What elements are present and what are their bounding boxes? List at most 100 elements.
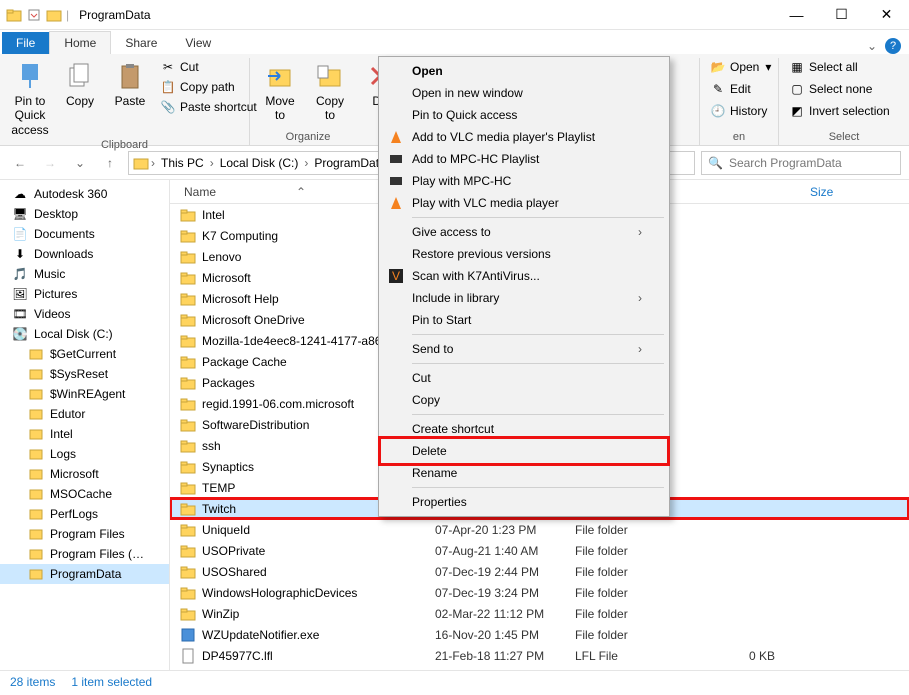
chevron-right-icon[interactable]: › — [210, 156, 214, 170]
titlebar: | ProgramData — ☐ ✕ — [0, 0, 909, 30]
ctx-pin-quick-access[interactable]: Pin to Quick access — [382, 104, 666, 126]
file-row[interactable]: DP45977C.lfl21-Feb-18 11:27 PMLFL File0 … — [170, 645, 909, 666]
nav-logs[interactable]: Logs — [0, 444, 169, 464]
navigation-pane[interactable]: ☁Autodesk 360 🖥Desktop 📄Documents ⬇Downl… — [0, 180, 170, 670]
search-input[interactable]: 🔍 Search ProgramData — [701, 151, 901, 175]
nav-intel[interactable]: Intel — [0, 424, 169, 444]
ctx-create-shortcut[interactable]: Create shortcut — [382, 418, 666, 440]
mpc-icon — [388, 151, 404, 167]
crumb-local-disk[interactable]: Local Disk (C:) — [216, 156, 303, 170]
home-tab[interactable]: Home — [49, 31, 111, 54]
folder-icon — [180, 459, 196, 475]
crumb-this-pc[interactable]: This PC — [157, 156, 208, 170]
maximize-button[interactable]: ☐ — [819, 0, 864, 30]
nav-desktop[interactable]: 🖥Desktop — [0, 204, 169, 224]
nav-downloads[interactable]: ⬇Downloads — [0, 244, 169, 264]
ctx-play-vlc[interactable]: Play with VLC media player — [382, 192, 666, 214]
nav-microsoft[interactable]: Microsoft — [0, 464, 169, 484]
qa-down-icon[interactable] — [26, 7, 42, 23]
invert-selection-button[interactable]: ◩Invert selection — [787, 102, 892, 120]
ctx-include-library[interactable]: Include in library› — [382, 287, 666, 309]
ctx-restore-versions[interactable]: Restore previous versions — [382, 243, 666, 265]
paste-shortcut-button[interactable]: 📎Paste shortcut — [158, 98, 259, 116]
cut-button[interactable]: ✂Cut — [158, 58, 259, 76]
pin-quick-access-button[interactable]: Pin to Quick access — [8, 58, 52, 139]
select-all-button[interactable]: ▦Select all — [787, 58, 892, 76]
up-button[interactable]: ↑ — [98, 151, 122, 175]
nav-sysreset[interactable]: $SysReset — [0, 364, 169, 384]
select-none-button[interactable]: ▢Select none — [787, 80, 892, 98]
file-name: DP45977C.lfl — [202, 649, 273, 663]
ctx-copy[interactable]: Copy — [382, 389, 666, 411]
edit-icon: ✎ — [710, 81, 726, 97]
folder-icon — [180, 543, 196, 559]
file-name: Packages — [202, 376, 255, 390]
file-tab[interactable]: File — [2, 32, 49, 54]
nav-autodesk[interactable]: ☁Autodesk 360 — [0, 184, 169, 204]
folder-icon — [180, 396, 196, 412]
help-icon[interactable]: ? — [885, 38, 901, 54]
ctx-pin-start[interactable]: Pin to Start — [382, 309, 666, 331]
nav-programdata[interactable]: ProgramData — [0, 564, 169, 584]
nav-programfilesx[interactable]: Program Files (… — [0, 544, 169, 564]
ctx-open-new-window[interactable]: Open in new window — [382, 82, 666, 104]
ctx-rename[interactable]: Rename — [382, 462, 666, 484]
share-tab[interactable]: Share — [111, 32, 171, 54]
back-button[interactable]: ← — [8, 151, 32, 175]
nav-edutor[interactable]: Edutor — [0, 404, 169, 424]
copy-to-button[interactable]: Copy to — [308, 58, 352, 125]
file-row[interactable]: WinZip02-Mar-22 11:12 PMFile folder — [170, 603, 909, 624]
paste-button[interactable]: Paste — [108, 58, 152, 110]
move-to-button[interactable]: Move to — [258, 58, 302, 125]
edit-button[interactable]: ✎Edit — [708, 80, 773, 98]
view-tab[interactable]: View — [171, 32, 225, 54]
ctx-send-to[interactable]: Send to› — [382, 338, 666, 360]
forward-button[interactable]: → — [38, 151, 62, 175]
ctx-delete[interactable]: Delete — [382, 440, 666, 462]
nav-msocache[interactable]: MSOCache — [0, 484, 169, 504]
folder-icon — [6, 7, 22, 23]
close-button[interactable]: ✕ — [864, 0, 909, 30]
file-name: Synaptics — [202, 460, 254, 474]
col-size[interactable]: Size — [690, 185, 909, 199]
open-dropdown-button[interactable]: 📂Open▾ — [708, 58, 773, 76]
folder-icon — [180, 228, 196, 244]
chevron-right-icon[interactable]: › — [304, 156, 308, 170]
recent-dropdown[interactable]: ⌄ — [68, 151, 92, 175]
copy-path-button[interactable]: 📋Copy path — [158, 78, 259, 96]
minimize-button[interactable]: — — [774, 0, 819, 30]
ribbon-chevron-icon[interactable]: ⌄ — [867, 39, 877, 53]
folder-icon — [28, 546, 44, 562]
nav-perflogs[interactable]: PerfLogs — [0, 504, 169, 524]
ctx-separator — [412, 363, 664, 364]
chevron-right-icon[interactable]: › — [151, 156, 155, 170]
nav-pictures[interactable]: 🖼Pictures — [0, 284, 169, 304]
vlc-icon — [388, 129, 404, 145]
file-date: 16-Nov-20 1:45 PM — [435, 628, 575, 642]
ctx-separator — [412, 414, 664, 415]
nav-videos[interactable]: 🎞Videos — [0, 304, 169, 324]
file-row[interactable]: WindowsHolographicDevices07-Dec-19 3:24 … — [170, 582, 909, 603]
file-row[interactable]: USOShared07-Dec-19 2:44 PMFile folder — [170, 561, 909, 582]
history-button[interactable]: 🕘History — [708, 102, 773, 120]
file-row[interactable]: WZUpdateNotifier.exe16-Nov-20 1:45 PMFil… — [170, 624, 909, 645]
ctx-properties[interactable]: Properties — [382, 491, 666, 513]
ctx-open[interactable]: Open — [382, 60, 666, 82]
desktop-icon: 🖥 — [12, 206, 28, 222]
nav-music[interactable]: 🎵Music — [0, 264, 169, 284]
ctx-play-mpc[interactable]: Play with MPC-HC — [382, 170, 666, 192]
file-row[interactable]: UniqueId07-Apr-20 1:23 PMFile folder — [170, 519, 909, 540]
nav-winreagent[interactable]: $WinREAgent — [0, 384, 169, 404]
nav-programfiles[interactable]: Program Files — [0, 524, 169, 544]
nav-getcurrent[interactable]: $GetCurrent — [0, 344, 169, 364]
ctx-cut[interactable]: Cut — [382, 367, 666, 389]
ctx-vlc-playlist[interactable]: Add to VLC media player's Playlist — [382, 126, 666, 148]
copy-button[interactable]: Copy — [58, 58, 102, 110]
folder-small-icon — [46, 7, 62, 23]
ctx-scan[interactable]: VScan with K7AntiVirus... — [382, 265, 666, 287]
ctx-give-access[interactable]: Give access to› — [382, 221, 666, 243]
ctx-mpc-playlist[interactable]: Add to MPC-HC Playlist — [382, 148, 666, 170]
nav-documents[interactable]: 📄Documents — [0, 224, 169, 244]
nav-local-disk[interactable]: 💽Local Disk (C:) — [0, 324, 169, 344]
file-row[interactable]: USOPrivate07-Aug-21 1:40 AMFile folder — [170, 540, 909, 561]
